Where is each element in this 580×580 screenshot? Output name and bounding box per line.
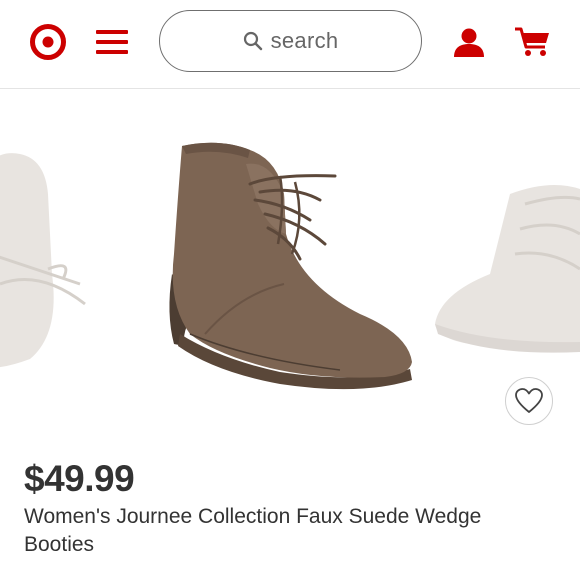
product-price: $49.99: [24, 458, 135, 499]
heart-icon: [515, 388, 543, 413]
top-header: search: [0, 0, 580, 89]
shopping-cart-icon[interactable]: [514, 25, 552, 59]
menu-icon[interactable]: [96, 30, 128, 54]
search-icon: [243, 31, 262, 51]
product-title[interactable]: Women's Journee Collection Faux Suede We…: [24, 503, 554, 559]
shoe-image-previous[interactable]: [0, 134, 100, 394]
shoe-image-current[interactable]: [160, 134, 420, 394]
user-account-icon[interactable]: [452, 27, 486, 57]
target-logo-icon[interactable]: [30, 24, 66, 60]
search-input[interactable]: search: [159, 10, 422, 72]
favorite-button[interactable]: [505, 377, 553, 425]
shoe-image-next[interactable]: [430, 174, 580, 374]
product-image-carousel[interactable]: [0, 89, 580, 444]
search-placeholder: search: [270, 28, 339, 53]
